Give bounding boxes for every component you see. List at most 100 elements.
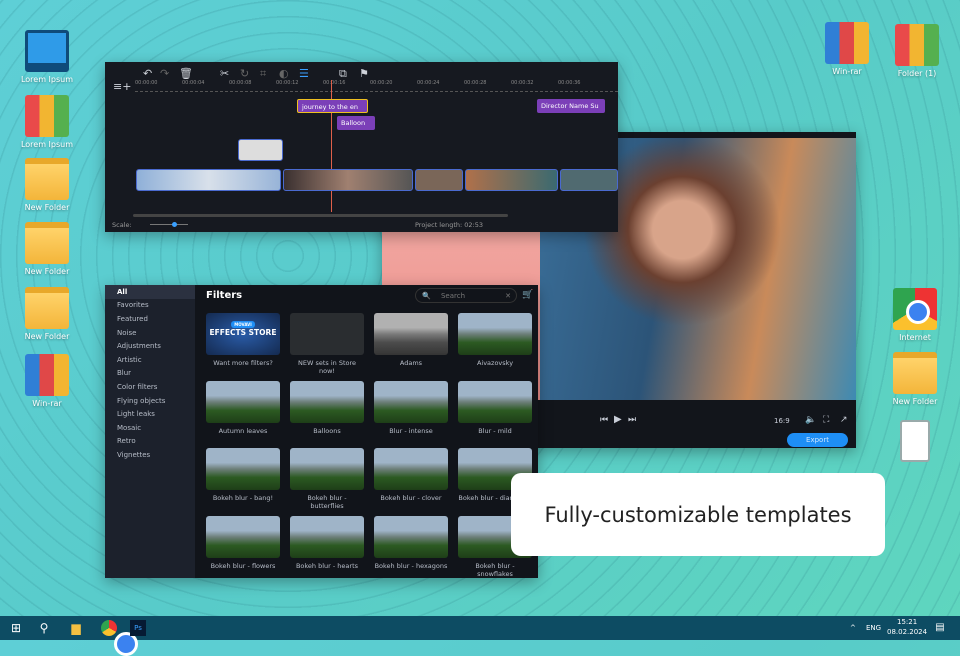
rotate-icon[interactable]: ↻ (240, 67, 249, 80)
delete-icon[interactable]: 🗑 (179, 67, 193, 80)
overlay-icon[interactable]: ⧉ (339, 67, 347, 81)
video-clip[interactable] (415, 169, 463, 191)
category-item[interactable]: Noise (105, 326, 195, 340)
desktop-icon[interactable]: Lorem Ipsum (12, 30, 82, 84)
filter-item[interactable]: Adams (374, 313, 448, 367)
undo-icon[interactable]: ↶ (143, 67, 152, 80)
folder-icon (25, 222, 69, 264)
search-input[interactable]: 🔍 Search ✕ (415, 288, 517, 303)
title-clip[interactable]: Director Name Su (537, 99, 605, 113)
category-item[interactable]: Retro (105, 435, 195, 449)
video-clip[interactable] (465, 169, 558, 191)
ruler-tick: 00:00:20 (370, 80, 393, 86)
file-explorer-icon[interactable]: ▆ (68, 620, 84, 636)
crop-icon[interactable]: ⌗ (260, 67, 266, 81)
add-track-icon[interactable]: ≡+ (113, 80, 131, 93)
aspect-select[interactable]: 16:9 (774, 417, 790, 425)
chrome-icon[interactable] (101, 620, 138, 656)
desktop-icon[interactable]: Internet (880, 288, 950, 342)
category-item[interactable]: All (105, 285, 195, 299)
filter-item[interactable]: Balloons (290, 380, 364, 435)
photoshop-icon[interactable]: Ps (130, 620, 146, 636)
flag-icon[interactable]: ⚑ (359, 67, 369, 80)
filter-thumbnail (374, 313, 448, 355)
video-clip[interactable] (283, 169, 413, 191)
filter-item[interactable]: Autumn leaves (206, 380, 280, 435)
video-clip[interactable] (560, 169, 618, 191)
ruler-tick: 00:00:04 (182, 80, 205, 86)
category-item[interactable]: Vignettes (105, 448, 195, 462)
filter-item[interactable]: Bokeh blur - clover (374, 448, 448, 502)
desktop-icon-label: Win-rar (32, 399, 62, 408)
filter-item[interactable]: MOVAVI EFFECTS STORE Want more filters? (206, 313, 280, 367)
category-item[interactable]: Flying objects (105, 394, 195, 408)
filter-item[interactable]: Bokeh blur - flowers (206, 515, 280, 570)
category-item[interactable]: Color filters (105, 380, 195, 394)
volume-icon[interactable]: 🔈 (805, 415, 816, 425)
overlay-clip[interactable] (238, 139, 283, 161)
project-length: Project length: 02:53 (415, 221, 484, 229)
category-item[interactable]: Light leaks (105, 407, 195, 421)
desktop-icon[interactable]: Win-rar (812, 22, 882, 76)
filter-thumbnail (290, 380, 364, 423)
category-item[interactable]: Adjustments (105, 339, 195, 353)
desktop-icon[interactable]: Win-rar (12, 354, 82, 408)
filter-item[interactable]: Aivazovsky (458, 313, 532, 367)
search-placeholder: Search (440, 292, 466, 300)
filter-label: Adams (399, 359, 423, 367)
redo-icon[interactable]: ↷ (160, 67, 169, 80)
notifications-icon[interactable]: ▤ (932, 620, 948, 636)
filter-label: Blur - intense (389, 426, 433, 435)
start-icon[interactable]: ⊞ (8, 620, 24, 636)
video-clip[interactable] (136, 169, 281, 191)
cart-icon[interactable]: 🛒 (522, 290, 533, 300)
desktop-icon[interactable]: Folder (1) (882, 24, 952, 78)
tray-chevron-icon[interactable]: ^ (850, 624, 856, 632)
filter-item[interactable]: Bokeh blur - butterflies (290, 448, 364, 510)
next-icon[interactable]: ⏭ (628, 415, 636, 425)
desktop-icon[interactable]: New Folder (880, 352, 950, 406)
title-clip[interactable]: journey to the en (297, 99, 368, 113)
category-item[interactable]: Artistic (105, 353, 195, 367)
clock-time[interactable]: 15:21 (897, 618, 917, 626)
filter-label: Bokeh blur - hexagons (374, 561, 448, 570)
title-clip[interactable]: Balloon (337, 116, 375, 130)
category-item[interactable]: Featured (105, 312, 195, 326)
scale-slider[interactable] (150, 222, 188, 227)
category-item[interactable]: Mosaic (105, 421, 195, 435)
play-icon[interactable]: ▶ (614, 414, 622, 425)
winrar-icon (25, 354, 69, 396)
previous-icon[interactable]: ⏮ (600, 415, 608, 425)
popout-icon[interactable]: ↗ (840, 415, 848, 425)
desktop-icon[interactable]: New Folder (12, 287, 82, 341)
desktop-icon[interactable]: New Folder (12, 222, 82, 276)
filter-item[interactable]: Blur - mild (458, 380, 532, 435)
search-icon[interactable]: ⚲ (36, 620, 52, 636)
category-item[interactable]: Favorites (105, 299, 195, 313)
cut-icon[interactable]: ✂ (220, 67, 229, 80)
timeline-window: ↶ ↷ 🗑 ✂ ↻ ⌗ ◐ ☰ ⧉ ⚑ ≡+ 00:00:00 00:00:04 0… (105, 62, 618, 232)
filter-item[interactable]: Blur - intense (374, 380, 448, 435)
language[interactable]: ENG (866, 624, 881, 632)
export-button[interactable]: Export (787, 433, 848, 447)
desktop-icon[interactable] (880, 420, 950, 465)
books-icon (895, 24, 939, 66)
desktop-icon[interactable]: Lorem Ipsum (12, 95, 82, 149)
filter-item[interactable]: Bokeh blur - hearts (290, 515, 364, 570)
desktop-icon[interactable]: New Folder (12, 158, 82, 212)
settings-icon[interactable]: ☰ (299, 67, 309, 80)
filter-item[interactable]: Bokeh blur - hexagons (374, 515, 448, 570)
ruler-tick: 00:00:32 (511, 80, 534, 86)
clear-icon[interactable]: ✕ (505, 292, 511, 300)
effects-store-thumbnail: MOVAVI EFFECTS STORE (206, 313, 280, 355)
time-ruler[interactable]: 00:00:00 00:00:04 00:00:08 00:00:12 00:00:16… (135, 80, 618, 92)
filter-label: Bokeh blur - hearts (295, 561, 359, 570)
category-item[interactable]: Blur (105, 367, 195, 381)
color-icon[interactable]: ◐ (279, 67, 289, 80)
horizontal-scrollbar[interactable] (133, 214, 508, 217)
ruler-tick: 00:00:36 (558, 80, 581, 86)
filter-item[interactable]: NEW sets in Store now! (290, 313, 364, 375)
fullscreen-icon[interactable]: ⛶ (823, 415, 829, 425)
filter-item[interactable]: Bokeh blur - bang! (206, 448, 280, 502)
clock-date[interactable]: 08.02.2024 (887, 628, 927, 636)
